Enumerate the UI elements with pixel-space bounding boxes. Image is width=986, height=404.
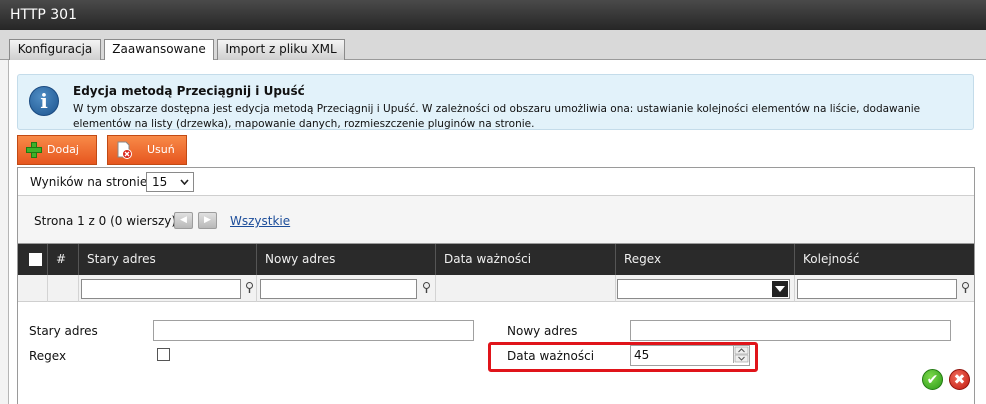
confirm-button[interactable]: ✔	[922, 369, 943, 390]
filter-regex-select[interactable]	[617, 279, 790, 299]
highlight-frame	[488, 342, 758, 372]
header-regex[interactable]: Regex	[616, 244, 795, 275]
old-address-input[interactable]	[153, 320, 474, 341]
table-header: # Stary adres Nowy adres Data ważności R…	[18, 244, 974, 275]
filter-order-input[interactable]	[797, 279, 957, 299]
chevron-down-icon	[775, 286, 785, 292]
filter-cell-check	[18, 275, 48, 302]
filter-cell-old-address	[79, 275, 257, 302]
header-expiry-date[interactable]: Data ważności	[436, 244, 616, 275]
select-all-checkbox[interactable]	[29, 253, 42, 266]
new-address-input[interactable]	[630, 320, 951, 341]
filter-cell-expiry	[436, 275, 616, 302]
header-order[interactable]: Kolejność	[795, 244, 974, 275]
filter-icon[interactable]	[422, 282, 431, 294]
checkmark-icon: ✔	[926, 372, 939, 388]
regex-label: Regex	[29, 349, 67, 363]
prev-page-button[interactable]: ◀	[174, 212, 193, 229]
info-icon: i	[29, 86, 59, 116]
regex-checkbox[interactable]	[157, 348, 170, 361]
tab-strip: Konfiguracja Zaawansowane Import z pliku…	[0, 30, 986, 61]
filter-new-address-input[interactable]	[260, 279, 417, 299]
header-new-address[interactable]: Nowy adres	[257, 244, 436, 275]
select-all-cell	[18, 244, 48, 275]
dropdown-button[interactable]	[772, 281, 788, 297]
remove-button[interactable]: Usuń	[107, 135, 187, 165]
old-address-label: Stary adres	[29, 324, 98, 338]
filter-icon[interactable]	[961, 282, 970, 294]
per-page-select[interactable]: 15	[146, 172, 194, 192]
filter-row	[18, 275, 974, 302]
remove-button-label: Usuń	[147, 143, 175, 156]
next-page-button[interactable]: ▶	[198, 212, 217, 229]
cross-icon: ✖	[953, 372, 966, 388]
page-info: Strona 1 z 0 (0 wierszy)	[34, 214, 177, 228]
window-titlebar: HTTP 301	[0, 0, 986, 30]
chevron-down-icon	[180, 179, 189, 185]
filter-cell-hash	[48, 275, 79, 302]
plus-icon	[26, 142, 42, 158]
per-page-label: Wyników na stronie:	[30, 175, 152, 189]
tab-konfiguracja[interactable]: Konfiguracja	[9, 39, 101, 60]
filter-cell-new-address	[257, 275, 436, 302]
filter-cell-order	[795, 275, 974, 302]
window-title: HTTP 301	[10, 7, 77, 23]
pagination-bar: Strona 1 z 0 (0 wierszy) ◀ ▶ Wszystkie	[18, 196, 974, 244]
info-box: i Edycja metodą Przeciągnij i Upuść W ty…	[17, 74, 974, 130]
filter-cell-regex	[616, 275, 795, 302]
delete-document-icon	[117, 141, 132, 159]
filter-old-address-input[interactable]	[81, 279, 241, 299]
info-text: W tym obszarze dostępna jest edycja meto…	[73, 103, 921, 130]
header-hash: #	[48, 244, 79, 275]
new-address-label: Nowy adres	[507, 324, 578, 338]
cancel-button[interactable]: ✖	[949, 369, 970, 390]
page-size-bar: Wyników na stronie: 15	[18, 168, 974, 196]
add-button-label: Dodaj	[47, 143, 79, 156]
tab-zaawansowane[interactable]: Zaawansowane	[104, 39, 214, 61]
tab-import-xml[interactable]: Import z pliku XML	[217, 39, 345, 60]
add-button[interactable]: Dodaj	[17, 135, 97, 165]
info-title: Edycja metodą Przeciągnij i Upuść	[73, 84, 305, 98]
header-old-address[interactable]: Stary adres	[79, 244, 257, 275]
per-page-value: 15	[152, 175, 168, 189]
filter-icon[interactable]	[245, 282, 254, 294]
show-all-link[interactable]: Wszystkie	[230, 214, 290, 228]
